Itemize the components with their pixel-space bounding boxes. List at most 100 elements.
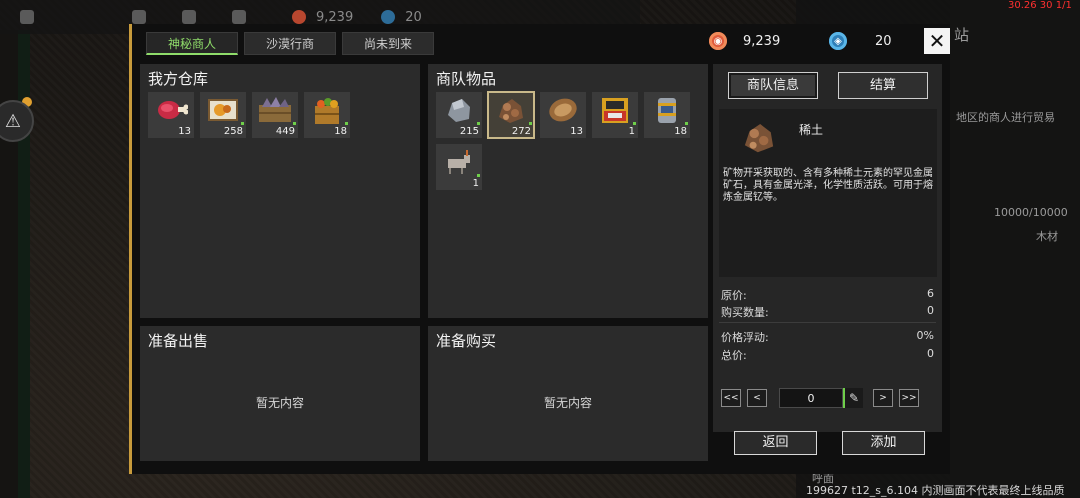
quantity-increase-button[interactable]: > — [873, 389, 893, 407]
gem-icon — [381, 10, 396, 24]
hud-gems: 20 — [405, 9, 422, 25]
mail-icon[interactable] — [182, 10, 196, 24]
item-count: 18 — [334, 126, 347, 137]
caravan-slot-rare-earth[interactable]: 272 — [487, 91, 535, 139]
inventory-slot-stone[interactable]: 449 — [252, 92, 298, 138]
caravan-slot-canister[interactable]: 18 — [644, 92, 690, 138]
tab-desert-caravan[interactable]: 沙漠行商 — [244, 32, 337, 55]
status-dot — [685, 122, 688, 125]
item-count: 258 — [223, 126, 243, 137]
people-icon[interactable] — [232, 10, 246, 24]
float-label: 价格浮动: — [721, 331, 769, 344]
item-count: 13 — [570, 126, 583, 137]
iron-ore-icon — [448, 99, 470, 122]
total-row: 总价: 0 — [721, 347, 934, 363]
gem-icon: ◈ — [829, 32, 847, 50]
item-name: 稀土 — [799, 123, 824, 137]
inventory-slot-fruit[interactable]: 18 — [304, 92, 350, 138]
gold-coin-icon: ◉ — [709, 32, 727, 50]
pencil-edit-icon[interactable]: ✎ — [843, 388, 863, 408]
caravan-slot-wood[interactable]: 13 — [540, 92, 586, 138]
buy-title: 准备购买 — [436, 332, 497, 350]
item-count: 18 — [674, 126, 687, 137]
settle-button[interactable]: 结算 — [838, 72, 928, 99]
machine-icon — [602, 98, 628, 123]
buy-panel: 准备购买 暂无内容 — [428, 326, 708, 461]
gem-amount: 20 — [875, 33, 892, 49]
item-count: 449 — [275, 126, 295, 137]
status-dot — [293, 122, 296, 125]
gem-display: ◈ 20 — [829, 32, 892, 50]
item-count: 1 — [472, 178, 479, 189]
info-panel: 商队信息 结算 稀土 矿物开采获取的、含有多种稀土元素的罕见金属矿石，具有金属光… — [713, 64, 942, 432]
tab-not-arrived[interactable]: 尚未到来 — [342, 32, 435, 55]
status-dot — [477, 122, 480, 125]
status-dot — [477, 174, 480, 177]
quantity-stepper: << < ✎ > >> — [721, 388, 919, 408]
total-label: 总价: — [721, 349, 747, 362]
warehouse-title: 我方仓库 — [148, 70, 209, 88]
caravan-slot-donkey[interactable]: 1 — [436, 144, 482, 190]
quantity-decrease-button[interactable]: < — [747, 389, 767, 407]
gold-amount: 9,239 — [743, 33, 781, 49]
price-label: 原价: — [721, 289, 747, 302]
stone-crate-icon — [259, 97, 291, 122]
rare-earth-icon — [499, 99, 523, 123]
meal-plate-icon — [208, 99, 238, 121]
quantity-first-button[interactable]: << — [721, 389, 741, 407]
canister-icon — [658, 98, 676, 123]
sell-title: 准备出售 — [148, 332, 209, 350]
back-button[interactable]: 返回 — [734, 431, 817, 455]
donkey-icon — [448, 150, 470, 174]
item-count: 1 — [628, 126, 635, 137]
add-button[interactable]: 添加 — [842, 431, 925, 455]
sell-panel: 准备出售 暂无内容 — [140, 326, 420, 461]
float-row: 价格浮动: 0% — [721, 329, 934, 345]
status-dot — [529, 122, 532, 125]
item-detail: 稀土 矿物开采获取的、含有多种稀土元素的罕见金属矿石，具有金属光泽，化学性质活跃… — [719, 109, 937, 277]
version-text: 199627 t12_s_6.104 内测画面不代表最终上线品质 — [806, 484, 1065, 497]
hud-gold: 9,239 — [316, 9, 354, 25]
buy-empty-text: 暂无内容 — [543, 396, 592, 410]
fruit-crate-icon — [315, 98, 339, 124]
quantity-label: 购买数量: — [721, 306, 769, 319]
meat-icon — [158, 101, 188, 119]
side-text-capacity: 10000/10000 — [994, 206, 1068, 219]
wood-log-icon — [549, 98, 577, 122]
warehouse-panel: 我方仓库 13 258 449 18 — [140, 64, 420, 318]
caravan-title: 商队物品 — [436, 70, 497, 88]
caravan-slot-machine[interactable]: 1 — [592, 92, 638, 138]
status-dot — [345, 122, 348, 125]
item-count: 215 — [459, 126, 479, 137]
quantity-value: 0 — [927, 304, 934, 317]
side-text-wood: 木材 — [1036, 230, 1058, 243]
caravan-grid: 215 272 13 1 18 1 — [436, 91, 706, 190]
float-value: 0% — [916, 329, 934, 342]
gold-coin-icon — [292, 10, 306, 24]
quantity-last-button[interactable]: >> — [899, 389, 919, 407]
rare-earth-icon — [744, 124, 774, 153]
chat-icon[interactable] — [132, 10, 146, 24]
tab-mystery-merchant[interactable]: 神秘商人 — [146, 32, 239, 55]
settings-gear-icon[interactable] — [20, 10, 34, 24]
debug-readout: 30.26 30 1/1 — [1008, 0, 1072, 11]
inventory-slot-meal[interactable]: 258 — [200, 92, 246, 138]
close-button[interactable]: ✕ — [924, 28, 950, 54]
quantity-row: 购买数量: 0 — [721, 304, 934, 320]
divider — [719, 322, 936, 323]
item-count: 272 — [511, 126, 531, 137]
warehouse-grid: 13 258 449 18 — [148, 92, 350, 138]
merchant-tabs: 神秘商人 沙漠行商 尚未到来 — [146, 32, 435, 55]
side-text-station: 站 — [954, 26, 970, 44]
price-row: 原价: 6 — [721, 287, 934, 303]
gold-display: ◉ 9,239 — [709, 32, 780, 50]
total-value: 0 — [927, 347, 934, 360]
caravan-panel: 商队物品 215 272 13 1 18 1 — [428, 64, 708, 318]
caravan-info-button[interactable]: 商队信息 — [728, 72, 818, 99]
caravan-slot-iron-ore[interactable]: 215 — [436, 92, 482, 138]
quantity-input[interactable] — [779, 388, 843, 408]
sell-empty-text: 暂无内容 — [255, 396, 304, 410]
inventory-slot-meat[interactable]: 13 — [148, 92, 194, 138]
status-dot — [241, 122, 244, 125]
status-dot — [633, 122, 636, 125]
